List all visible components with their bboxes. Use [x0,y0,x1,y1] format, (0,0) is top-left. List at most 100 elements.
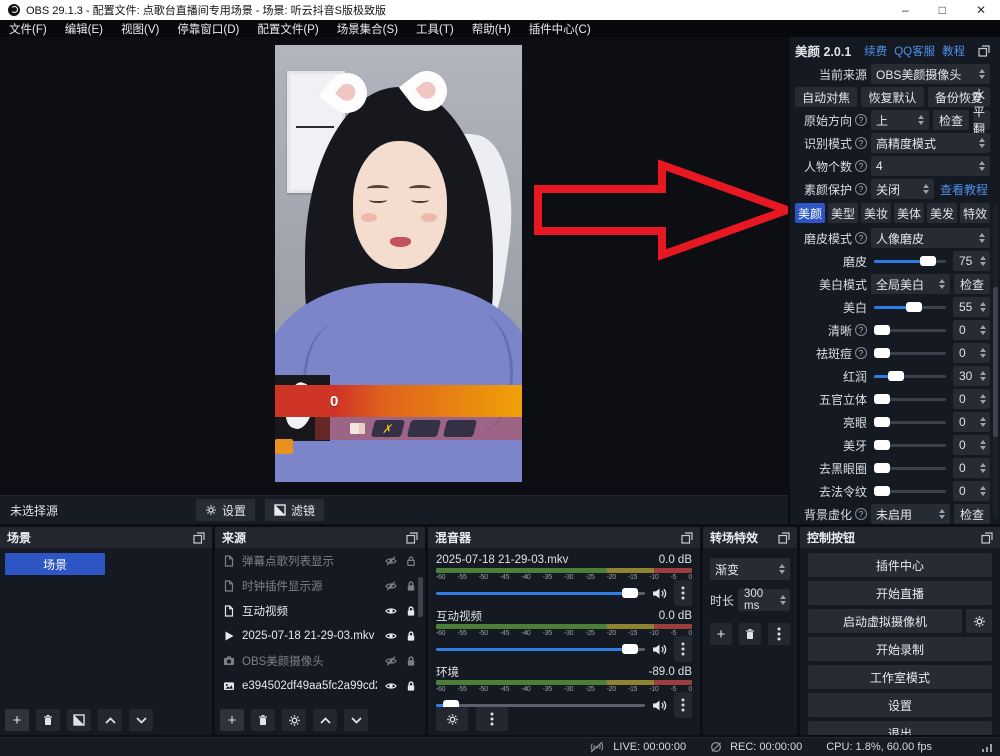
source-row[interactable]: 滚动 [215,698,425,705]
spin-arrows-icon[interactable] [980,440,986,451]
smooth-mode-select[interactable]: 人像磨皮 [871,228,990,248]
add-source-button[interactable]: + [220,709,244,731]
slider-handle[interactable] [874,486,890,496]
whiten-value[interactable]: 55 [953,297,990,317]
scene-filters-button[interactable] [67,709,91,731]
spin-arrows-icon[interactable] [980,302,986,313]
slider-handle[interactable] [874,463,890,473]
whiten-mode-select[interactable]: 全局美白 [871,274,950,294]
qq-support-link[interactable]: QQ客服 [894,43,935,59]
dark-circles-slider[interactable] [874,467,946,470]
slider-handle[interactable] [920,256,936,266]
lock-icon[interactable] [405,655,417,667]
eye-slash-icon[interactable] [384,580,398,592]
eye-slash-icon[interactable] [384,655,398,667]
lock-icon[interactable] [405,555,417,567]
plugin-center-button[interactable]: 插件中心 [808,553,992,577]
whiten-check-button[interactable]: 检查 [954,274,990,294]
tab-hair[interactable]: 美发 [927,203,957,223]
source-row[interactable]: 时钟插件显示源 [215,573,425,598]
menu-item[interactable]: 停靠窗口(D) [168,21,248,37]
source-row[interactable]: 弹幕点歌列表显示 [215,548,425,573]
menu-item[interactable]: 编辑(E) [56,21,112,37]
bg-blur-select[interactable]: 未启用 [871,504,950,524]
studio-mode-button[interactable]: 工作室模式 [808,665,992,689]
rosy-value[interactable]: 30 [953,366,990,386]
spin-arrows-icon[interactable] [780,595,786,606]
volume-fader[interactable] [436,648,645,651]
spin-arrows-icon[interactable] [980,394,986,405]
source-up-button[interactable] [313,709,337,731]
add-scene-button[interactable]: + [5,709,29,731]
slider-handle[interactable] [874,348,890,358]
spin-arrows-icon[interactable] [980,417,986,428]
close-button[interactable]: ✕ [976,3,986,17]
blemish-value[interactable]: 0 [953,343,990,363]
bright-eyes-value[interactable]: 0 [953,412,990,432]
settings-button[interactable]: 设置 [808,693,992,717]
speaker-icon[interactable] [652,587,667,600]
advanced-audio-button[interactable] [436,707,468,731]
tab-reshape[interactable]: 美型 [828,203,858,223]
channel-menu-button[interactable] [674,580,692,606]
start-streaming-button[interactable]: 开始直播 [808,581,992,605]
channel-menu-button[interactable] [674,636,692,662]
bright-eyes-slider[interactable] [874,421,946,424]
eye-icon[interactable] [384,605,398,617]
nasolabial-slider[interactable] [874,490,946,493]
renew-link[interactable]: 续费 [864,43,887,59]
sources-scrollbar[interactable] [418,577,423,617]
scene-up-button[interactable] [98,709,122,731]
volume-fader[interactable] [436,592,645,595]
source-filters-button[interactable]: 滤镜 [265,499,324,521]
spin-arrows-icon[interactable] [980,325,986,336]
person-count-select[interactable]: 4 [871,156,990,176]
teeth-slider[interactable] [874,444,946,447]
eye-slash-icon[interactable] [384,555,398,567]
source-properties-gear-button[interactable] [282,709,306,731]
eye-icon[interactable] [384,680,398,692]
menu-item[interactable]: 视图(V) [112,21,168,37]
face-3d-value[interactable]: 0 [953,389,990,409]
rosy-slider[interactable] [874,375,946,378]
channel-menu-button[interactable] [674,692,692,718]
eye-icon[interactable] [384,705,398,706]
menu-item[interactable]: 配置文件(P) [248,21,327,37]
blemish-slider[interactable] [874,352,946,355]
slider-handle[interactable] [874,325,890,335]
eye-icon[interactable] [384,630,398,642]
clarity-value[interactable]: 0 [953,320,990,340]
restore-default-button[interactable]: 恢复默认 [861,87,923,107]
speaker-icon[interactable] [652,643,667,656]
mixer-menu-button[interactable] [476,707,508,731]
duration-spinbox[interactable]: 300 ms [738,589,790,611]
popout-icon[interactable] [681,532,693,544]
popout-icon[interactable] [778,532,790,544]
menu-item[interactable]: 工具(T) [407,21,463,37]
source-row[interactable]: OBS美颜摄像头 [215,648,425,673]
popout-icon[interactable] [981,532,993,544]
lock-icon[interactable] [405,705,417,706]
virtual-camera-config-button[interactable] [966,609,992,633]
smooth-value[interactable]: 75 [953,251,990,271]
slider-handle[interactable] [874,394,890,404]
add-transition-button[interactable]: + [710,623,732,645]
smooth-slider[interactable] [874,260,946,263]
fader-handle[interactable] [622,644,638,654]
source-properties-button[interactable]: 设置 [196,499,255,521]
autofocus-button[interactable]: 自动对焦 [795,87,857,107]
spin-arrows-icon[interactable] [980,463,986,474]
horizontal-flip-button[interactable]: 水平翻转 [973,110,990,130]
spin-arrows-icon[interactable] [980,486,986,497]
lock-icon[interactable] [405,630,417,642]
tab-effects[interactable]: 特效 [960,203,990,223]
start-recording-button[interactable]: 开始录制 [808,637,992,661]
lock-icon[interactable] [405,680,417,692]
minimize-button[interactable]: – [902,3,909,17]
lock-icon[interactable] [405,580,417,592]
tab-body[interactable]: 美体 [894,203,924,223]
fader-handle[interactable] [622,588,638,598]
tutorial-link[interactable]: 教程 [942,43,965,59]
bg-blur-check-button[interactable]: 检查 [954,504,990,524]
teeth-value[interactable]: 0 [953,435,990,455]
